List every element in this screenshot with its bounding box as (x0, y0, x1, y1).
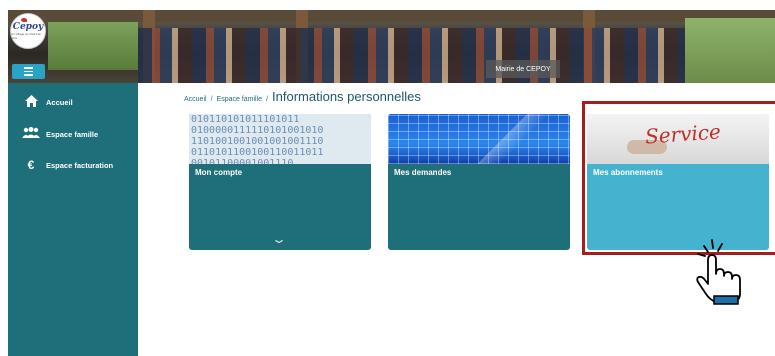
breadcrumb: Accueil / Espace famille / Informations … (184, 89, 421, 104)
page-title: Informations personnelles (272, 89, 421, 104)
sidebar-item-espace-facturation[interactable]: € Espace facturation (8, 154, 138, 176)
banner-photo-crowd (138, 28, 698, 83)
sidebar-item-espace-famille[interactable]: Espace famille (8, 123, 138, 145)
sidebar: Accueil Espace famille € Espace facturat… (8, 83, 138, 356)
hamburger-icon-bar (24, 70, 33, 73)
tile-label: Mon compte (195, 168, 243, 177)
banner-photo-field (48, 20, 138, 70)
tile-image-binary: 010110101011101011 010000011111010100101… (189, 114, 371, 164)
hamburger-icon-bar (24, 74, 33, 76)
breadcrumb-separator: / (210, 96, 213, 103)
binary-text-line: 010110101011101011 (191, 114, 300, 125)
tile-mes-demandes[interactable]: Mes demandes (388, 114, 570, 250)
sidebar-item-label: Accueil (46, 97, 73, 107)
menu-toggle-button[interactable] (12, 64, 45, 79)
binary-text-line: 1101001001001001001110 (191, 136, 324, 147)
binary-text-line: 00101100001001110 (191, 158, 294, 164)
logo-leaf-icon (21, 18, 27, 22)
tile-label: Mes demandes (394, 168, 452, 177)
pointer-hand-icon (696, 239, 741, 305)
tile-mon-compte[interactable]: 010110101011101011 010000011111010100101… (189, 114, 371, 250)
mairie-label: Mairie de CEPOY (486, 60, 560, 78)
banner-photo-roof (8, 10, 775, 22)
binary-text-line: 0100000111110101001010 (191, 125, 324, 136)
tile-image-grid (388, 114, 570, 164)
logo-tagline: Un village où il fait bon vivre (11, 32, 42, 40)
breadcrumb-separator: / (266, 96, 269, 103)
header-banner (8, 10, 775, 83)
highlight-box (582, 101, 775, 255)
sidebar-item-accueil[interactable]: Accueil (8, 91, 138, 113)
sidebar-item-label: Espace facturation (46, 160, 114, 170)
home-icon (20, 94, 42, 110)
site-logo[interactable]: Cepoy Un village où il fait bon vivre (10, 13, 46, 49)
breadcrumb-link-accueil[interactable]: Accueil (184, 96, 207, 103)
family-icon (20, 127, 42, 141)
chevron-down-icon[interactable]: ⌄ (271, 232, 287, 246)
hamburger-icon-bar (24, 67, 33, 69)
euro-icon: € (27, 158, 35, 172)
breadcrumb-link-espace-famille[interactable]: Espace famille (217, 96, 263, 103)
banner-photo-field (685, 18, 775, 83)
binary-text-line: 0110101100100110011011 (191, 147, 324, 158)
sidebar-item-label: Espace famille (46, 129, 99, 139)
logo-name: Cepoy (12, 22, 44, 32)
